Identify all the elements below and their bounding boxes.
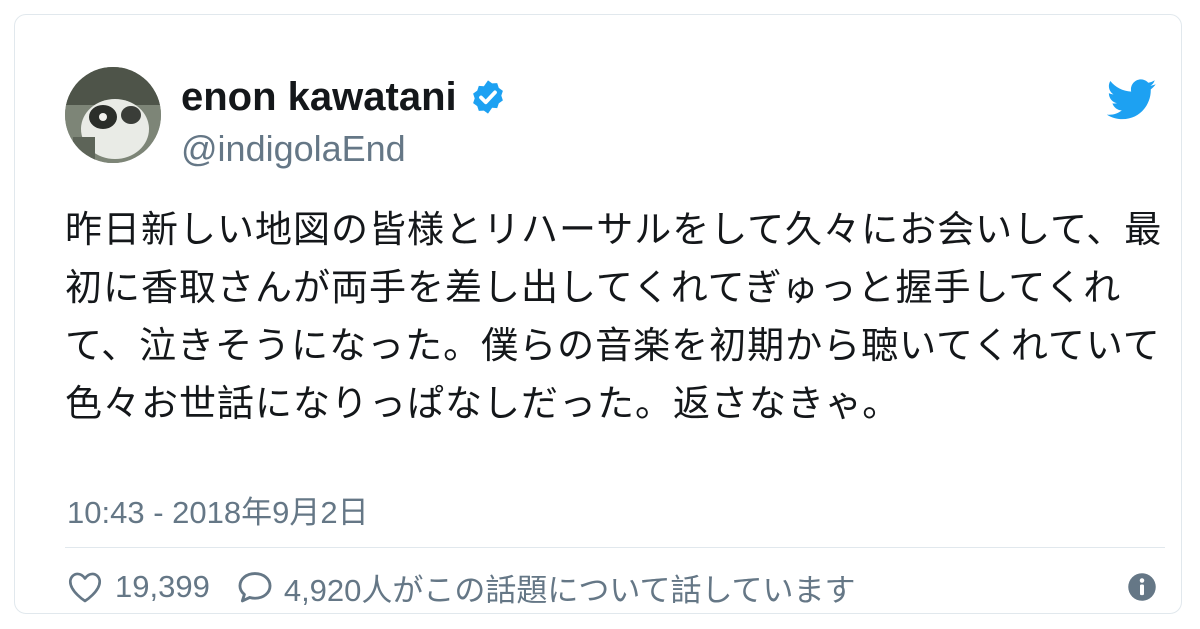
heart-icon — [68, 572, 102, 603]
tweet-actions: 19,399 4,920人がこの話題について話しています — [67, 563, 856, 611]
tweet-card[interactable]: enon kawatani @indigolaEnd 昨日新しい地図の皆様とリハ… — [14, 14, 1182, 614]
author-handle[interactable]: @indigolaEnd — [181, 127, 406, 171]
avatar[interactable] — [65, 67, 161, 163]
conversation-link[interactable]: 4,920人がこの話題について話しています — [236, 565, 856, 610]
divider — [65, 547, 1165, 548]
verified-badge-icon — [472, 80, 503, 114]
conversation-count: 4,920人がこの話題について話しています — [283, 572, 856, 608]
info-icon[interactable] — [1127, 572, 1157, 602]
speech-bubble-icon — [238, 572, 272, 603]
tweet-timestamp[interactable]: 10:43 - 2018年9月2日 — [67, 493, 369, 533]
like-count: 19,399 — [115, 569, 210, 604]
like-button[interactable]: 19,399 — [67, 569, 210, 605]
author-display-name[interactable]: enon kawatani — [181, 73, 457, 121]
tweet-text: 昨日新しい地図の皆様とリハーサルをして久々にお会いして、最初に香取さんが両手を差… — [65, 208, 1163, 425]
twitter-bird-icon[interactable] — [1107, 79, 1157, 121]
avatar-image — [65, 67, 161, 163]
